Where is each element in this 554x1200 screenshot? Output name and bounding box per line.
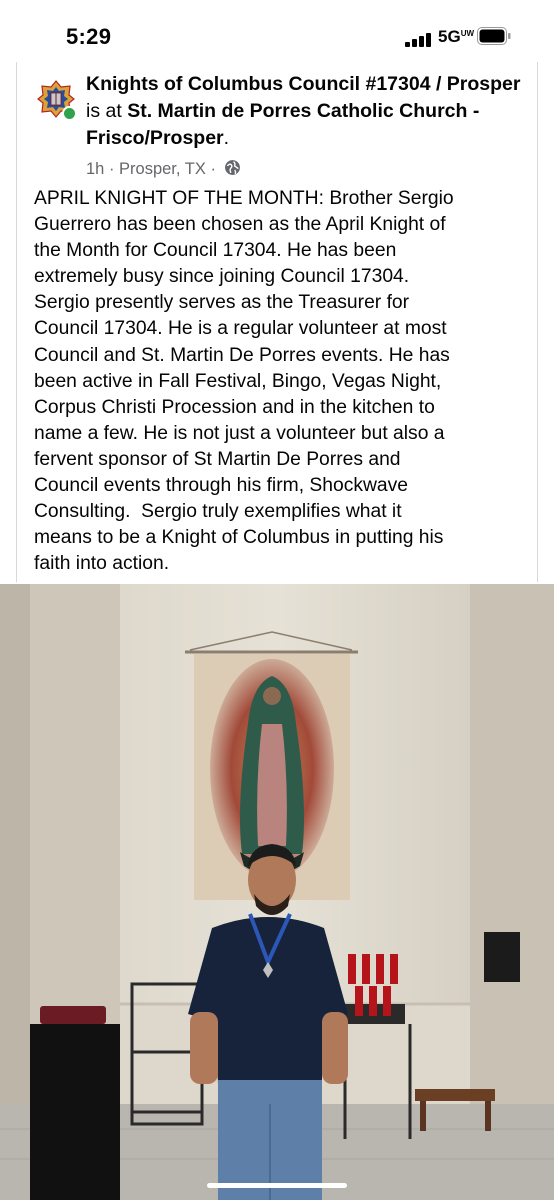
network-label: 5G <box>438 27 461 46</box>
meta-separator-2: · <box>205 160 221 178</box>
post-photo[interactable] <box>0 584 554 1200</box>
online-status-badge <box>62 106 77 121</box>
cellular-signal-icon <box>405 33 435 47</box>
status-bar: 5:29 5GUW <box>0 0 554 70</box>
globe-icon[interactable] <box>224 159 241 176</box>
home-indicator[interactable] <box>207 1183 347 1188</box>
place-link[interactable]: St. Martin de Porres Catholic Church - F… <box>86 100 479 149</box>
status-time: 5:29 <box>66 24 112 49</box>
author-link[interactable]: Knights of Columbus Council #17304 / Pro… <box>86 73 521 95</box>
network-suffix: UW <box>460 29 475 38</box>
post-location[interactable]: Prosper, TX <box>119 160 206 178</box>
checkin-connector: is at <box>86 100 128 122</box>
post-card: Knights of Columbus Council #17304 / Pro… <box>16 62 538 582</box>
network-indicator: 5GUW <box>438 27 475 47</box>
header-period: . <box>223 127 230 149</box>
battery-icon <box>477 27 511 45</box>
post-body-text: APRIL KNIGHT OF THE MONTH: Brother Sergi… <box>34 188 454 575</box>
post-time[interactable]: 1h <box>86 160 104 178</box>
post-meta: 1h · Prosper, TX · <box>86 160 241 179</box>
post-header: Knights of Columbus Council #17304 / Pro… <box>86 71 526 152</box>
meta-separator: · <box>104 160 120 178</box>
